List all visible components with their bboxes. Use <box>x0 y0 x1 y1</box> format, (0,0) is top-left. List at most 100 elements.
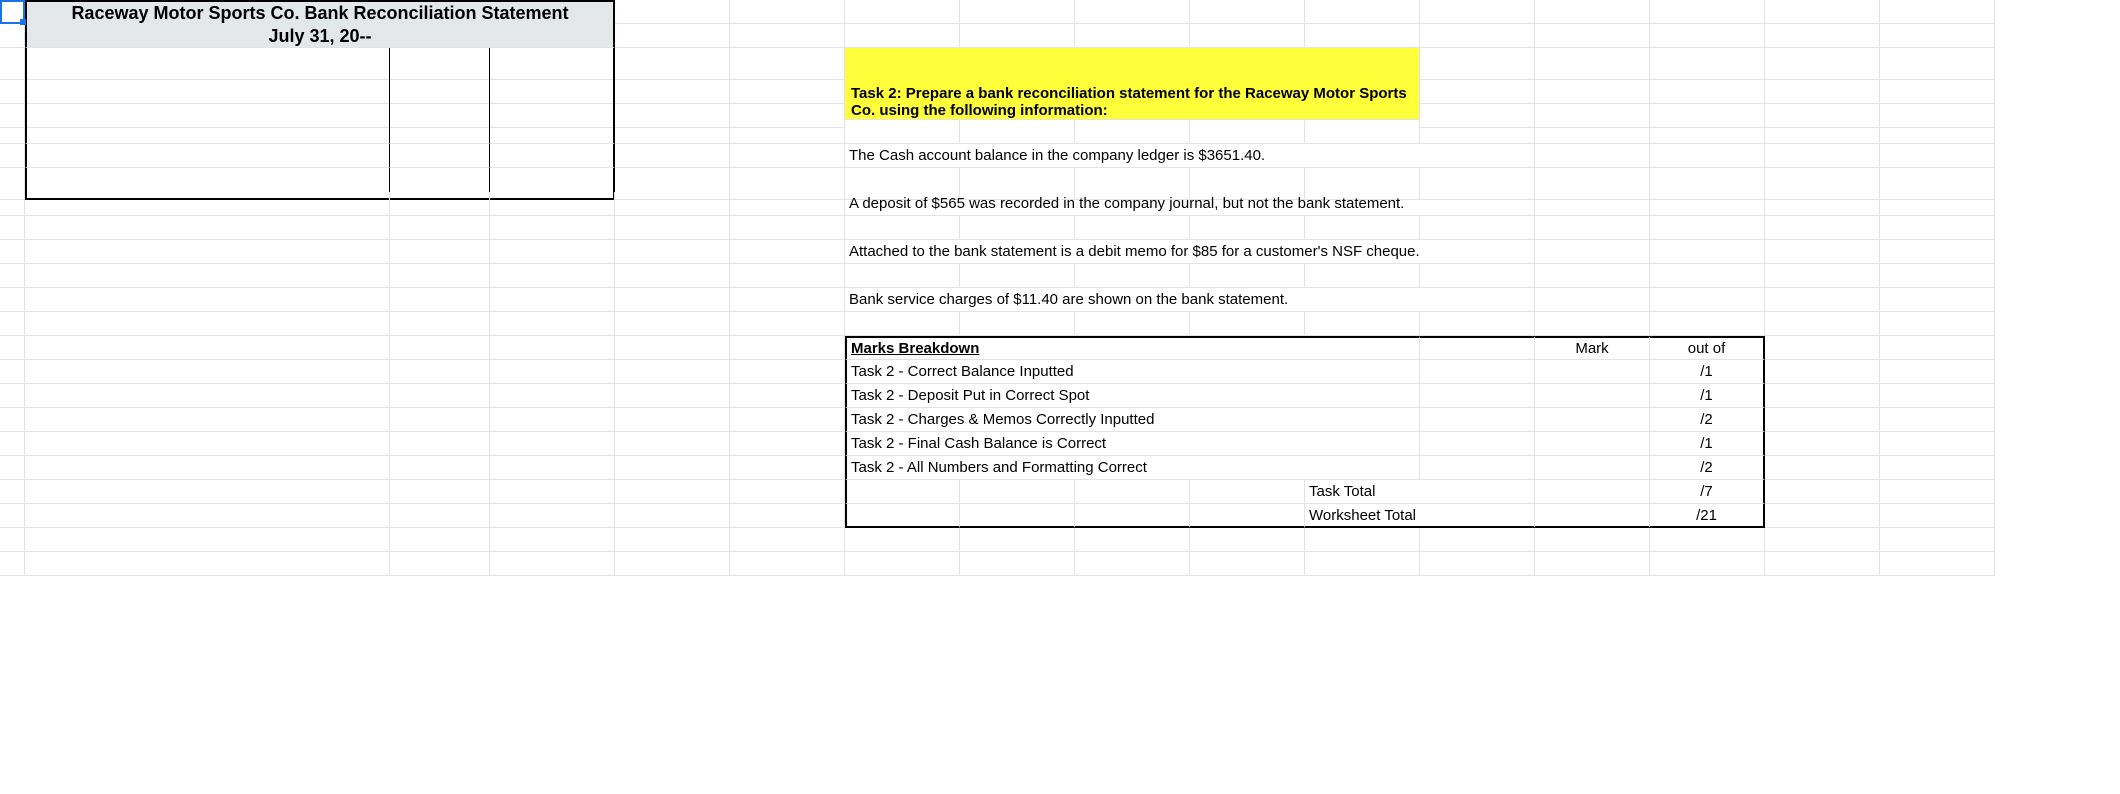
cell[interactable] <box>25 288 390 312</box>
cell[interactable] <box>730 432 845 456</box>
cell[interactable] <box>1880 192 1995 216</box>
cell[interactable] <box>390 312 490 336</box>
cell[interactable] <box>390 240 490 264</box>
cell[interactable] <box>1765 504 1880 528</box>
cell[interactable] <box>25 240 390 264</box>
cell[interactable] <box>1765 192 1880 216</box>
cell[interactable] <box>960 216 1075 240</box>
cell[interactable] <box>1420 0 1535 24</box>
cell[interactable] <box>390 432 490 456</box>
cell[interactable] <box>1075 216 1190 240</box>
cell[interactable] <box>490 192 615 216</box>
cell[interactable] <box>1075 312 1190 336</box>
cell[interactable] <box>730 408 845 432</box>
cell[interactable] <box>1420 120 1535 144</box>
cell[interactable] <box>1880 504 1995 528</box>
cell[interactable] <box>1420 264 1535 288</box>
cell[interactable] <box>1765 408 1880 432</box>
cell[interactable] <box>1880 312 1995 336</box>
cell[interactable] <box>615 384 730 408</box>
cell[interactable] <box>1420 408 1535 432</box>
cell[interactable] <box>615 0 730 24</box>
cell[interactable] <box>390 264 490 288</box>
cell[interactable] <box>1190 504 1305 528</box>
cell[interactable] <box>1650 312 1765 336</box>
cell[interactable] <box>1075 504 1190 528</box>
cell[interactable] <box>1305 24 1420 48</box>
cell[interactable] <box>25 192 390 216</box>
cell[interactable] <box>1765 264 1880 288</box>
cell[interactable] <box>390 288 490 312</box>
cell[interactable] <box>390 144 490 168</box>
cell[interactable] <box>1535 528 1650 552</box>
cell[interactable] <box>0 480 25 504</box>
cell[interactable] <box>615 240 730 264</box>
cell[interactable] <box>730 144 845 168</box>
cell[interactable] <box>730 240 845 264</box>
cell[interactable] <box>0 240 25 264</box>
cell[interactable] <box>1420 360 1535 384</box>
cell[interactable] <box>25 528 390 552</box>
cell[interactable] <box>615 504 730 528</box>
cell[interactable] <box>1305 528 1420 552</box>
cell[interactable] <box>490 432 615 456</box>
cell[interactable] <box>960 24 1075 48</box>
cell[interactable] <box>25 264 390 288</box>
cell[interactable] <box>1650 0 1765 24</box>
cell[interactable] <box>730 216 845 240</box>
cell[interactable] <box>1880 456 1995 480</box>
cell[interactable] <box>1765 312 1880 336</box>
cell[interactable] <box>1535 120 1650 144</box>
cell[interactable] <box>490 264 615 288</box>
cell[interactable] <box>615 336 730 360</box>
cell[interactable] <box>1190 0 1305 24</box>
cell[interactable] <box>390 504 490 528</box>
cell[interactable] <box>1765 24 1880 48</box>
cell[interactable] <box>615 360 730 384</box>
cell[interactable] <box>730 312 845 336</box>
cell[interactable] <box>1075 264 1190 288</box>
cell[interactable] <box>1650 192 1765 216</box>
cell[interactable] <box>0 504 25 528</box>
cell[interactable] <box>1765 336 1880 360</box>
cell[interactable] <box>25 312 390 336</box>
cell[interactable] <box>1075 120 1190 144</box>
cell[interactable] <box>730 504 845 528</box>
cell[interactable] <box>615 264 730 288</box>
cell[interactable] <box>25 120 390 144</box>
cell[interactable] <box>960 528 1075 552</box>
cell[interactable] <box>490 456 615 480</box>
cell[interactable] <box>1535 24 1650 48</box>
cell[interactable] <box>1190 216 1305 240</box>
cell[interactable] <box>1420 432 1535 456</box>
cell[interactable] <box>25 384 390 408</box>
cell[interactable] <box>1765 0 1880 24</box>
cell[interactable] <box>390 216 490 240</box>
cell[interactable] <box>1420 336 1535 360</box>
cell[interactable] <box>845 480 960 504</box>
cell[interactable] <box>1880 144 1995 168</box>
cell[interactable] <box>1190 312 1305 336</box>
cell[interactable] <box>1650 216 1765 240</box>
cell[interactable] <box>730 192 845 216</box>
cell[interactable] <box>1075 528 1190 552</box>
cell[interactable] <box>1305 216 1420 240</box>
cell[interactable] <box>1420 552 1535 576</box>
cell[interactable] <box>1765 552 1880 576</box>
mark-value[interactable] <box>1535 384 1650 408</box>
cell[interactable] <box>0 264 25 288</box>
cell[interactable] <box>0 336 25 360</box>
cell[interactable] <box>1650 528 1765 552</box>
mark-value[interactable] <box>1535 456 1650 480</box>
cell[interactable] <box>390 336 490 360</box>
cell[interactable] <box>615 216 730 240</box>
cell[interactable] <box>0 288 25 312</box>
cell[interactable] <box>960 312 1075 336</box>
cell[interactable] <box>960 0 1075 24</box>
cell[interactable] <box>0 456 25 480</box>
cell[interactable] <box>1535 288 1650 312</box>
cell[interactable] <box>490 360 615 384</box>
cell[interactable] <box>1880 24 1995 48</box>
cell[interactable] <box>25 144 390 168</box>
cell[interactable] <box>0 24 25 48</box>
